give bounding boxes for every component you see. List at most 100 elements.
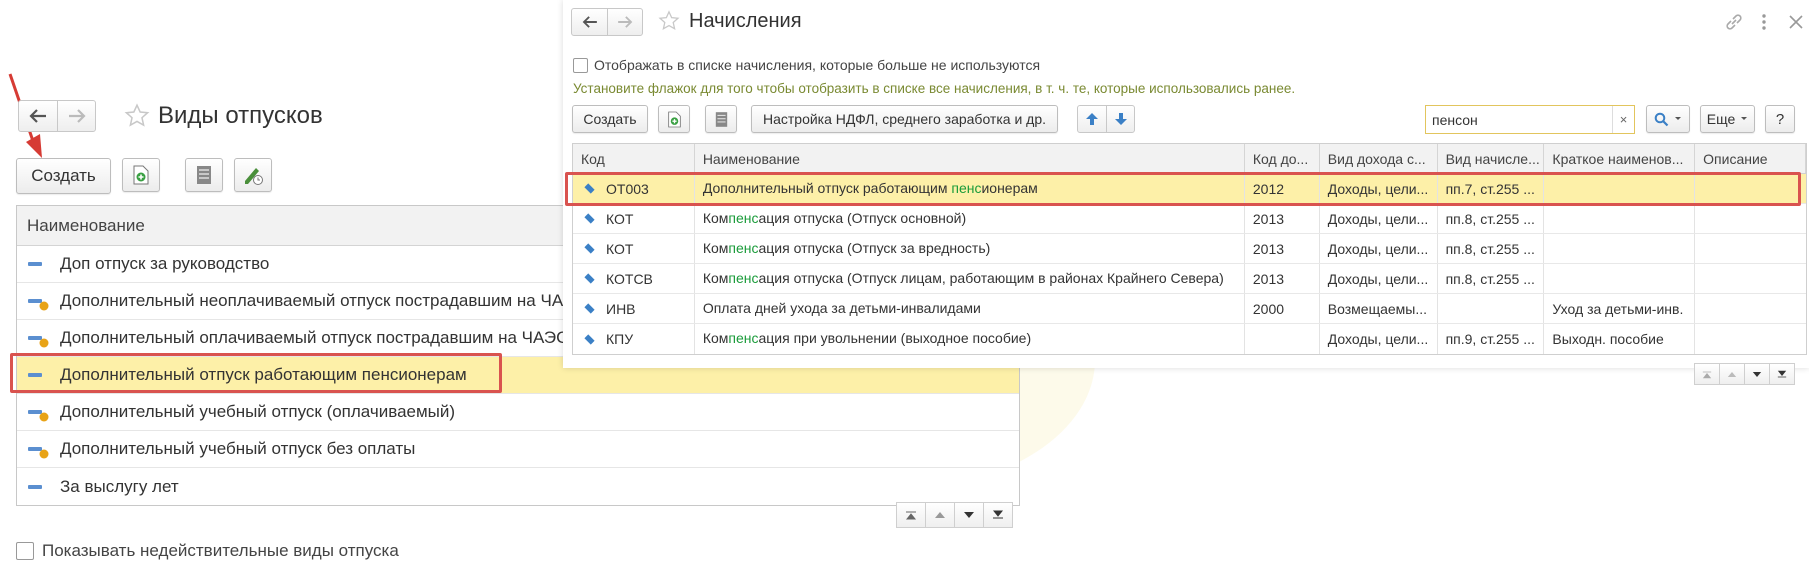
name-text: Ком xyxy=(702,330,729,346)
table-pager xyxy=(1694,363,1795,385)
star-icon[interactable] xyxy=(124,103,150,129)
table-header-row: Код Наименование Код до... Вид дохода с... В… xyxy=(573,144,1806,174)
show-invalid-checkbox[interactable] xyxy=(16,542,34,560)
table-row[interactable]: КОТ Компенсация отпуска (Отпуск основной)… xyxy=(573,204,1806,234)
column-header[interactable]: Код xyxy=(573,144,695,173)
column-header[interactable]: Краткое наименов... xyxy=(1544,144,1696,173)
chevron-down-icon xyxy=(1675,117,1681,120)
cell-desc xyxy=(1695,264,1806,293)
search-button[interactable] xyxy=(1646,105,1690,133)
cell-desc xyxy=(1695,294,1806,323)
table-row[interactable]: КОТСВ Компенсация отпуска (Отпуск лицам, … xyxy=(573,264,1806,294)
show-unused-label: Отображать в списке начисления, которые … xyxy=(594,57,1041,73)
element-dash-icon xyxy=(27,254,57,274)
arrow-right-icon xyxy=(618,16,633,28)
copy-document-icon xyxy=(667,111,681,127)
search-input[interactable]: пенсон × xyxy=(1425,105,1635,134)
table-row[interactable]: ИНВ Оплата дней ухода за детьми-инвалидам… xyxy=(573,294,1806,324)
table-pager xyxy=(896,502,1013,528)
list-view-button[interactable] xyxy=(705,105,737,133)
ndfl-settings-button[interactable]: Настройка НДФЛ, среднего заработка и др. xyxy=(751,105,1058,133)
close-icon[interactable] xyxy=(1789,15,1803,29)
code-text: КОТСВ xyxy=(606,270,653,287)
chevron-down-icon xyxy=(1741,117,1748,120)
scroll-last-button[interactable] xyxy=(1769,363,1795,385)
scroll-first-button[interactable] xyxy=(1694,363,1720,385)
scroll-up-button[interactable] xyxy=(925,502,955,528)
create-copy-button[interactable] xyxy=(122,158,160,192)
cell-name: Оплата дней ухода за детьми-инвалидами xyxy=(695,294,1245,323)
help-button[interactable]: ? xyxy=(1765,105,1795,133)
column-header[interactable]: Код до... xyxy=(1245,144,1320,173)
column-header[interactable]: Описание xyxy=(1695,144,1806,173)
table-row[interactable]: КОТ Компенсация отпуска (Отпуск за вредно… xyxy=(573,234,1806,264)
accrual-icon xyxy=(584,273,595,284)
hint-text: Установите флажок для того чтобы отобраз… xyxy=(573,81,1296,96)
star-icon[interactable] xyxy=(658,10,680,32)
more-vertical-icon[interactable] xyxy=(1761,13,1767,31)
name-text: ация при увольнении (выходное пособие) xyxy=(758,330,1032,346)
cell-kd: 2000 xyxy=(1245,294,1320,323)
list-item-label: Дополнительный учебный отпуск без оплаты xyxy=(60,439,416,458)
table-row[interactable]: КПУ Компенсация при увольнении (выходное … xyxy=(573,324,1806,354)
list-item[interactable]: За выслугу лет xyxy=(17,468,1019,505)
window-title: Начисления xyxy=(689,10,802,32)
cell-code: КПУ xyxy=(573,324,695,354)
show-invalid-option[interactable]: Показывать недействительные виды отпуска xyxy=(16,541,399,561)
cell-vnach xyxy=(1438,294,1545,323)
forward-button[interactable] xyxy=(607,9,642,35)
cell-kd: 2013 xyxy=(1245,204,1320,233)
accrual-icon xyxy=(584,303,595,314)
selection-highlight-frame xyxy=(565,172,1801,206)
move-down-button[interactable] xyxy=(1106,106,1134,132)
link-icon[interactable] xyxy=(1725,13,1743,31)
back-button[interactable] xyxy=(19,101,57,131)
cell-kd: 2013 xyxy=(1245,264,1320,293)
cell-vdoh: Доходы, цели... xyxy=(1320,234,1438,263)
accrual-icon xyxy=(584,333,595,345)
double-up-icon xyxy=(1702,371,1712,378)
cell-code: КОТСВ xyxy=(573,264,695,293)
search-clear-button[interactable]: × xyxy=(1612,106,1634,133)
cell-vdoh: Доходы, цели... xyxy=(1320,264,1438,293)
search-match-text: пенс xyxy=(728,270,759,286)
arrow-up-blue-icon xyxy=(1086,113,1098,125)
cell-short xyxy=(1544,234,1696,263)
scroll-down-button[interactable] xyxy=(1744,363,1770,385)
move-up-button[interactable] xyxy=(1078,106,1106,132)
edit-button[interactable] xyxy=(234,158,272,192)
show-unused-option[interactable]: Отображать в списке начисления, которые … xyxy=(573,57,1040,73)
cell-code: КОТ xyxy=(573,234,695,263)
column-header[interactable]: Вид начисле... xyxy=(1438,144,1545,173)
column-header[interactable]: Вид дохода с... xyxy=(1320,144,1438,173)
accrual-icon xyxy=(584,213,595,224)
window-title: Виды отпусков xyxy=(158,102,323,129)
code-text: ИНВ xyxy=(606,300,636,317)
nav-buttons xyxy=(18,100,96,132)
back-button[interactable] xyxy=(572,9,607,35)
cell-short: Выходн. пособие xyxy=(1544,324,1696,354)
accrual-icon xyxy=(584,243,595,254)
create-button[interactable]: Создать xyxy=(16,158,111,194)
list-item[interactable]: Дополнительный учебный отпуск (оплачивае… xyxy=(17,394,1019,431)
cell-name: Компенсация отпуска (Отпуск лицам, работ… xyxy=(695,264,1245,293)
create-copy-button[interactable] xyxy=(658,105,690,133)
column-header[interactable]: Наименование xyxy=(695,144,1245,173)
code-text: КОТ xyxy=(606,240,634,257)
name-text: Ком xyxy=(702,210,729,226)
double-down-icon xyxy=(992,510,1004,519)
name-text: ация отпуска (Отпуск за вредность) xyxy=(758,240,991,256)
scroll-first-button[interactable] xyxy=(896,502,926,528)
create-button[interactable]: Создать xyxy=(572,105,648,133)
show-unused-checkbox[interactable] xyxy=(573,57,588,73)
scroll-up-button[interactable] xyxy=(1719,363,1745,385)
search-match-text: пенс xyxy=(728,210,759,226)
list-view-button[interactable] xyxy=(185,158,223,192)
more-button[interactable]: Еще xyxy=(1700,105,1755,133)
list-item[interactable]: Дополнительный учебный отпуск без оплаты xyxy=(17,431,1019,468)
forward-button[interactable] xyxy=(57,101,95,131)
triangle-down-icon xyxy=(1752,371,1762,377)
scroll-last-button[interactable] xyxy=(983,502,1013,528)
cell-vdoh: Доходы, цели... xyxy=(1320,204,1438,233)
scroll-down-button[interactable] xyxy=(954,502,984,528)
